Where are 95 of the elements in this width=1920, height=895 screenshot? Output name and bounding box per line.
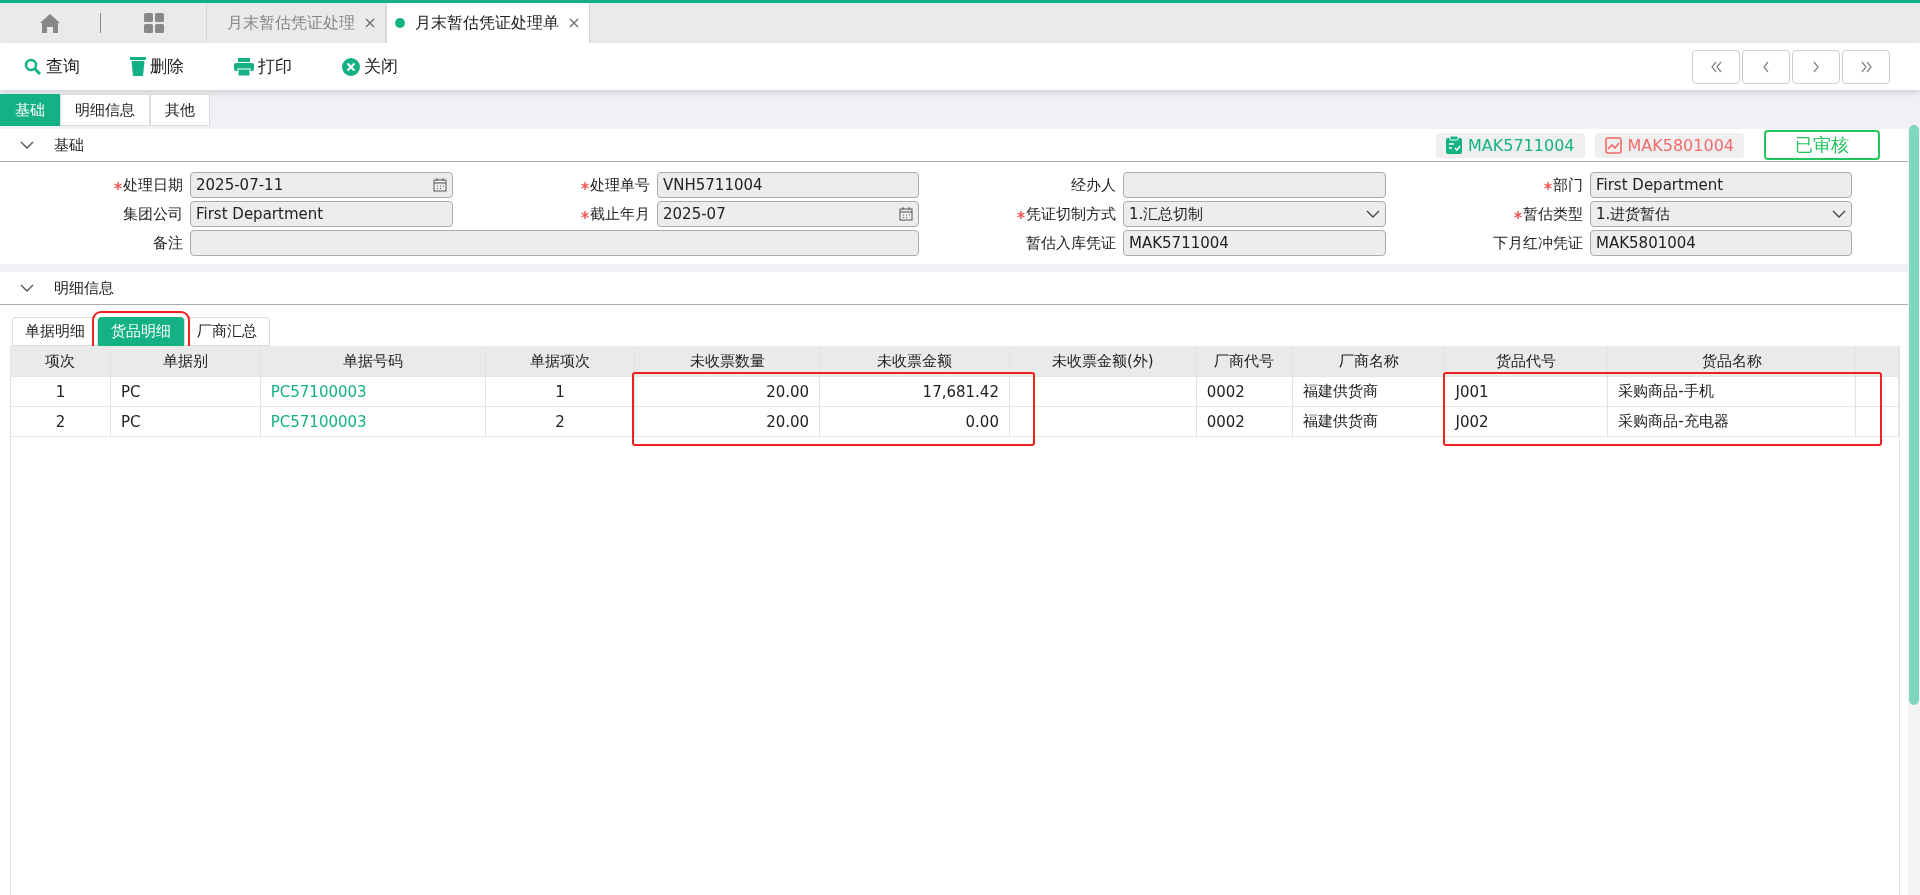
required-asterisk-icon — [1544, 181, 1552, 190]
table-cell: 采购商品-手机 — [1608, 377, 1857, 406]
calendar-icon[interactable] — [433, 178, 447, 192]
print-icon — [234, 57, 254, 76]
trash-icon — [130, 57, 146, 76]
field-label: 经办人 — [1070, 175, 1116, 195]
chevron-down-icon[interactable] — [20, 140, 34, 150]
table-cell: 0002 — [1196, 407, 1293, 436]
table-cell: J002 — [1445, 407, 1609, 436]
double-chevron-right-icon — [1860, 60, 1872, 73]
approved-stamp: 已审核 — [1764, 130, 1880, 160]
field-label: 处理日期 — [0, 175, 183, 195]
dropdown-caret-icon — [1366, 209, 1380, 219]
calendar-icon[interactable] — [899, 207, 913, 221]
column-header: 未收票金额 — [820, 346, 1010, 376]
field-label: 暂估入库凭证 — [1025, 233, 1116, 253]
field-label: 备注 — [152, 233, 183, 253]
next-page-button[interactable] — [1792, 49, 1840, 84]
chevron-down-icon[interactable] — [20, 283, 34, 293]
column-header: 单据项次 — [485, 346, 636, 376]
search-icon — [24, 57, 42, 76]
column-header: 未收票数量 — [635, 346, 821, 376]
input-field[interactable] — [1123, 172, 1386, 198]
active-dot — [395, 18, 405, 28]
delete-button[interactable]: 删除 — [130, 55, 184, 78]
table-cell: 1 — [485, 377, 636, 406]
field-label: 暂估类型 — [1393, 204, 1583, 224]
required-asterisk-icon — [114, 181, 122, 190]
table-cell: 福建供货商 — [1292, 377, 1446, 406]
detail-tab[interactable]: 单据明细 — [12, 317, 98, 346]
detail-tab[interactable]: 厂商汇总 — [184, 317, 270, 346]
chevron-right-icon — [1813, 60, 1819, 73]
column-header: 单据别 — [110, 346, 261, 376]
table-cell: 采购商品-充电器 — [1608, 407, 1857, 436]
column-header: 货品名称 — [1608, 346, 1857, 376]
last-page-button[interactable] — [1842, 49, 1890, 84]
section-tab[interactable]: 明细信息 — [60, 94, 150, 126]
home-icon[interactable] — [40, 13, 60, 33]
column-header: 货品代号 — [1445, 346, 1609, 376]
field-label: 集团公司 — [122, 204, 183, 224]
field-label: 截止年月 — [460, 204, 650, 224]
section-title: 基础 — [54, 135, 84, 155]
field-label: 下月红冲凭证 — [1492, 233, 1583, 253]
column-header: 未收票金额(外) — [1009, 346, 1197, 376]
window-tab[interactable]: 月末暂估凭证处理单 — [386, 3, 590, 43]
table-cell: 1 — [11, 377, 111, 406]
date-field[interactable]: 2025-07-11 — [190, 172, 453, 198]
column-header: 单据号码 — [260, 346, 486, 376]
close-icon — [342, 57, 360, 76]
section-tab[interactable]: 其他 — [150, 94, 210, 126]
date-field[interactable]: 2025-07 — [657, 201, 919, 227]
prev-page-button[interactable] — [1742, 49, 1790, 84]
field-label: 处理单号 — [460, 175, 650, 195]
column-header: 厂商名称 — [1292, 346, 1446, 376]
table-cell: 福建供货商 — [1292, 407, 1446, 436]
input-field[interactable]: VNH5711004 — [657, 172, 919, 198]
table-cell: PC — [110, 407, 261, 436]
close-icon[interactable] — [569, 18, 579, 28]
chevron-left-icon — [1763, 60, 1769, 73]
table-cell: 0.00 — [820, 407, 1010, 436]
input-field[interactable]: First Department — [190, 201, 453, 227]
select-field[interactable]: 1.汇总切制 — [1123, 201, 1386, 227]
close-icon[interactable] — [365, 18, 375, 28]
column-header: 项次 — [11, 346, 111, 376]
grid-icon[interactable] — [143, 13, 164, 33]
input-field[interactable]: MAK5711004 — [1123, 230, 1386, 256]
required-asterisk-icon — [581, 210, 589, 219]
select-field[interactable]: 1.进货暂估 — [1590, 201, 1852, 227]
input-field[interactable]: MAK5801004 — [1590, 230, 1852, 256]
table-cell: 0002 — [1196, 377, 1293, 406]
table-cell: 20.00 — [635, 377, 821, 406]
chart-icon — [1604, 136, 1622, 154]
table-cell: PC — [110, 377, 261, 406]
required-asterisk-icon — [1514, 210, 1522, 219]
print-button[interactable]: 打印 — [234, 55, 292, 78]
clipboard-check-icon — [1446, 136, 1462, 154]
field-label: 凭证切制方式 — [926, 204, 1116, 224]
table-cell: 17,681.42 — [820, 377, 1010, 406]
table-cell: J001 — [1445, 377, 1609, 406]
section-title: 明细信息 — [54, 278, 114, 298]
column-header: 厂商代号 — [1196, 346, 1293, 376]
required-asterisk-icon — [1017, 210, 1025, 219]
required-asterisk-icon — [581, 181, 589, 190]
input-field[interactable]: First Department — [1590, 172, 1852, 198]
search-button[interactable]: 查询 — [24, 55, 80, 78]
table-cell: 2 — [11, 407, 111, 436]
close-button[interactable]: 关闭 — [342, 55, 398, 78]
remark-field[interactable] — [190, 230, 919, 256]
dropdown-caret-icon — [1832, 209, 1846, 219]
double-chevron-left-icon — [1710, 60, 1722, 73]
table-cell: 2 — [485, 407, 636, 436]
first-page-button[interactable] — [1692, 49, 1740, 84]
table-cell: 20.00 — [635, 407, 821, 436]
scrollbar[interactable] — [1908, 125, 1920, 895]
field-label: 部门 — [1393, 175, 1583, 195]
